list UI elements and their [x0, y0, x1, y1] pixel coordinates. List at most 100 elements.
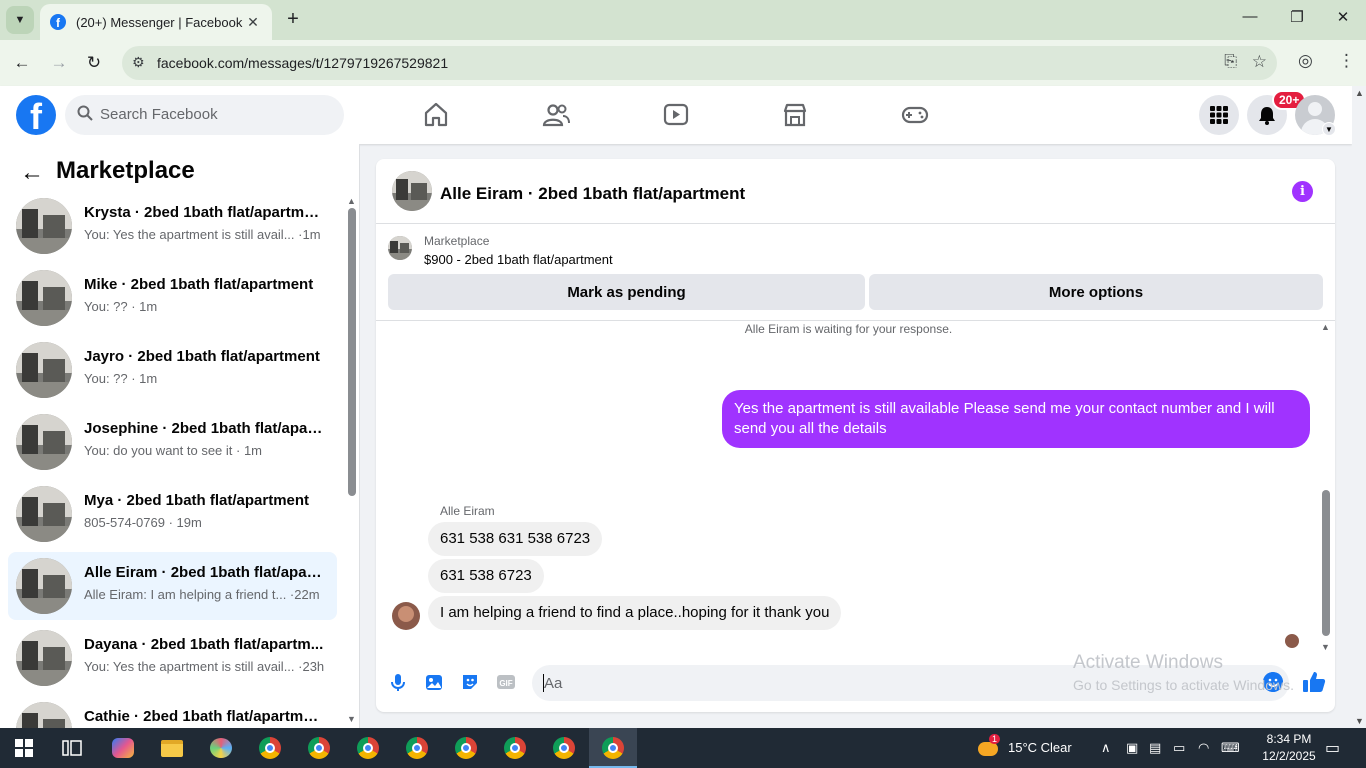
bookmark-star-icon[interactable]: ☆ — [1252, 52, 1267, 72]
marketplace-icon[interactable] — [780, 100, 810, 130]
listing-thumbnail[interactable] — [388, 236, 412, 260]
home-icon[interactable] — [421, 100, 451, 130]
chrome-taskbar-icon[interactable] — [549, 734, 579, 762]
video-icon[interactable] — [661, 100, 691, 130]
page-scrollbar[interactable]: ▲ ▼ — [1352, 86, 1366, 728]
gif-icon[interactable]: GIF — [496, 672, 516, 692]
profile-icon[interactable]: ◎ — [1298, 51, 1313, 71]
photo-icon[interactable] — [424, 672, 444, 692]
minimize-button[interactable]: — — [1235, 8, 1265, 32]
windows-taskbar: 1 15°C Clear ∧ ▣ ▤ ▭ ◠ ⌨ 8:34 PM 12/2/20… — [0, 728, 1366, 768]
forward-button[interactable]: → — [46, 50, 72, 76]
menu-grid-button[interactable] — [1199, 95, 1239, 135]
mark-as-pending-button[interactable]: Mark as pending — [388, 274, 865, 310]
listing-thumbnail[interactable] — [392, 171, 432, 211]
new-tab-button[interactable]: + — [282, 8, 304, 30]
chrome-taskbar-icon[interactable] — [304, 734, 334, 762]
conversation-name: Krysta · 2bed 1bath flat/apartme... — [84, 204, 324, 221]
chrome-taskbar-icon[interactable] — [451, 734, 481, 762]
conversation-item[interactable]: Mike · 2bed 1bath flat/apartment You: ??… — [8, 264, 337, 332]
scroll-up-icon[interactable]: ▲ — [1355, 88, 1364, 98]
incoming-message[interactable]: 631 538 631 538 6723 — [428, 522, 603, 556]
task-view-button[interactable] — [57, 734, 87, 762]
conversation-item[interactable]: Dayana · 2bed 1bath flat/apartm... You: … — [8, 624, 337, 692]
chrome-taskbar-icon[interactable] — [353, 734, 383, 762]
notification-center-icon[interactable]: ▭ — [1325, 738, 1340, 758]
tab-search-button[interactable]: ▼ — [6, 6, 34, 34]
incoming-message[interactable]: I am helping a friend to find a place..h… — [428, 596, 842, 630]
start-button[interactable] — [9, 734, 39, 762]
listing-price[interactable]: $900 - 2bed 1bath flat/apartment — [424, 252, 613, 267]
scroll-down-icon[interactable]: ▼ — [1355, 716, 1364, 726]
thumbs-up-icon[interactable] — [1301, 669, 1327, 695]
facebook-logo-icon[interactable]: f — [16, 95, 56, 135]
clock-date: 12/2/2025 — [1262, 749, 1316, 763]
conversation-item[interactable]: Krysta · 2bed 1bath flat/apartme... You:… — [8, 192, 337, 260]
outgoing-message[interactable]: Yes the apartment is still available Ple… — [722, 390, 1310, 448]
install-app-icon[interactable]: ⎘ — [1224, 53, 1237, 71]
address-bar[interactable]: ⚙ facebook.com/messages/t/12797192675298… — [122, 46, 1277, 80]
back-arrow-icon[interactable]: ← — [20, 159, 44, 187]
weather-badge: 1 — [989, 734, 1001, 744]
close-window-button[interactable]: ✕ — [1328, 8, 1358, 32]
microphone-icon[interactable] — [388, 672, 408, 692]
chevron-down-icon: ▼ — [14, 14, 26, 26]
chrome-taskbar-icon[interactable] — [500, 734, 530, 762]
scrollbar-thumb[interactable] — [1322, 490, 1330, 636]
system-clock[interactable]: 8:34 PM 12/2/2025 — [1258, 731, 1320, 765]
conversation-item[interactable]: Jayro · 2bed 1bath flat/apartment You: ?… — [8, 336, 337, 404]
info-icon[interactable]: i — [1292, 181, 1313, 202]
friends-icon[interactable] — [541, 100, 571, 130]
conversation-item[interactable]: Mya · 2bed 1bath flat/apartment 805-574-… — [8, 480, 337, 548]
keyboard-icon[interactable]: ⌨ — [1221, 740, 1240, 756]
scroll-down-icon[interactable]: ▼ — [347, 714, 356, 724]
restore-button[interactable]: ❐ — [1282, 8, 1312, 32]
sticker-icon[interactable] — [460, 672, 480, 692]
conversation-item[interactable]: Cathie · 2bed 1bath flat/apartme... — [8, 696, 337, 728]
bell-icon — [1259, 107, 1275, 125]
meet-now-icon[interactable]: ▣ — [1126, 740, 1138, 756]
facebook-favicon-icon: f — [50, 14, 66, 30]
scroll-down-icon[interactable]: ▼ — [1321, 642, 1330, 652]
conversation-item[interactable]: Josephine · 2bed 1bath flat/apar... You:… — [8, 408, 337, 476]
chevron-up-icon[interactable]: ∧ — [1101, 740, 1111, 756]
sender-avatar[interactable] — [392, 602, 420, 630]
chrome-taskbar-icon[interactable] — [402, 734, 432, 762]
browser-tab-messenger[interactable]: f (20+) Messenger | Facebook ✕ — [40, 4, 272, 40]
chat-panel: Alle Eiram · 2bed 1bath flat/apartment i… — [376, 159, 1335, 712]
reload-button[interactable]: ↻ — [81, 50, 107, 76]
chat-header: Alle Eiram · 2bed 1bath flat/apartment i — [376, 159, 1335, 224]
site-info-icon[interactable]: ⚙ — [132, 54, 145, 71]
search-input[interactable]: Search Facebook — [65, 95, 344, 135]
battery-icon[interactable]: ▭ — [1173, 740, 1185, 756]
chat-title[interactable]: Alle Eiram · 2bed 1bath flat/apartment — [440, 184, 745, 204]
chevron-down-icon[interactable]: ▼ — [1322, 122, 1336, 136]
gaming-icon[interactable] — [900, 100, 930, 130]
sidebar-scrollbar[interactable]: ▲ ▼ — [346, 196, 358, 726]
wifi-icon[interactable]: ◠ — [1198, 740, 1209, 756]
back-button[interactable]: ← — [9, 50, 35, 76]
file-explorer-icon[interactable] — [157, 734, 187, 762]
more-options-button[interactable]: More options — [869, 274, 1323, 310]
sidebar-title: Marketplace — [56, 157, 195, 184]
chrome-taskbar-icon[interactable] — [598, 734, 628, 762]
marketplace-sidebar: ← Marketplace Krysta · 2bed 1bath flat/a… — [0, 144, 360, 728]
security-icon[interactable]: ▤ — [1149, 740, 1161, 756]
listing-summary: Marketplace $900 - 2bed 1bath flat/apart… — [376, 225, 1335, 321]
conversation-item-active[interactable]: Alle Eiram · 2bed 1bath flat/apar... All… — [8, 552, 337, 620]
search-placeholder: Search Facebook — [100, 106, 218, 123]
weather-icon[interactable]: 1 — [978, 734, 1001, 758]
weather-text[interactable]: 15°C Clear — [1008, 740, 1072, 755]
scrollbar-thumb[interactable] — [348, 208, 356, 496]
paint-app-icon[interactable] — [206, 734, 236, 762]
incoming-message[interactable]: 631 538 6723 — [428, 559, 544, 593]
scroll-up-icon[interactable]: ▲ — [1321, 322, 1330, 332]
chat-scrollbar[interactable]: ▲ ▼ — [1320, 322, 1332, 652]
copilot-taskbar-icon[interactable] — [108, 734, 138, 762]
scroll-up-icon[interactable]: ▲ — [347, 196, 356, 206]
close-tab-icon[interactable]: ✕ — [244, 14, 262, 31]
browser-tab-bar: ▼ f (20+) Messenger | Facebook ✕ + — ❐ ✕ — [0, 0, 1366, 40]
menu-kebab-icon[interactable]: ⋮ — [1338, 51, 1355, 71]
chrome-taskbar-icon[interactable] — [255, 734, 285, 762]
watermark-subtitle: Go to Settings to activate Windows. — [1073, 677, 1294, 693]
